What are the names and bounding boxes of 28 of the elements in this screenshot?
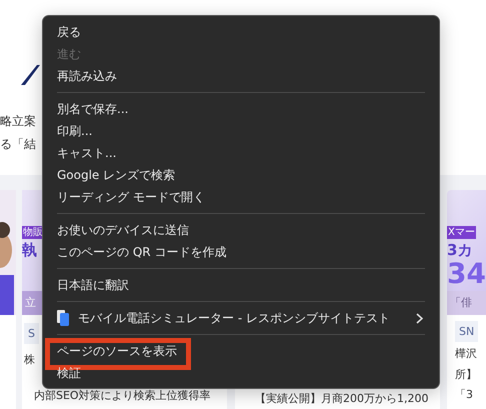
banner-number: 34 (447, 260, 486, 288)
card-title[interactable]: 内部SEO対策により検索上位獲得率 (34, 388, 211, 403)
banner-headline: 3カ (447, 241, 472, 260)
body-text: る「結 (0, 136, 36, 153)
body-text: 略立案 (0, 113, 36, 130)
banner-headline: 執 (22, 241, 37, 260)
author-text: 所】 (455, 367, 477, 383)
category-chip[interactable]: SN (455, 321, 478, 342)
menu-item[interactable]: お使いのデバイスに送信 (43, 219, 439, 241)
menu-item[interactable]: 検証 (43, 362, 439, 384)
card-title[interactable]: 【実績公開】月商200万から1,200 (243, 391, 428, 406)
menu-item[interactable]: 戻る (43, 21, 439, 43)
menu-item[interactable]: 印刷... (43, 120, 439, 142)
menu-item[interactable]: このページの QR コードを作成 (43, 241, 439, 263)
banner-caption: 「俳 (447, 291, 486, 315)
author-text: 株 (24, 352, 35, 368)
menu-item[interactable]: リーディング モードで開く (43, 186, 439, 208)
category-chip[interactable]: S (24, 323, 39, 344)
author-text: 樺沢 (455, 346, 477, 362)
article-card[interactable]: Xマー 3カ 34 「俳 SN 樺沢 所】 「3 (447, 190, 486, 409)
category-tag: Xマー (447, 226, 476, 239)
category-tag: 物販 (22, 226, 44, 239)
menu-item[interactable]: 再読み込み (43, 65, 439, 87)
menu-item[interactable]: 別名で保存... (43, 98, 439, 120)
menu-item[interactable]: Google レンズで検索 (43, 164, 439, 186)
menu-item[interactable]: ページのソースを表示 (43, 340, 439, 362)
menu-item[interactable]: キャスト... (43, 142, 439, 164)
card-title[interactable]: 「3 (455, 387, 473, 402)
